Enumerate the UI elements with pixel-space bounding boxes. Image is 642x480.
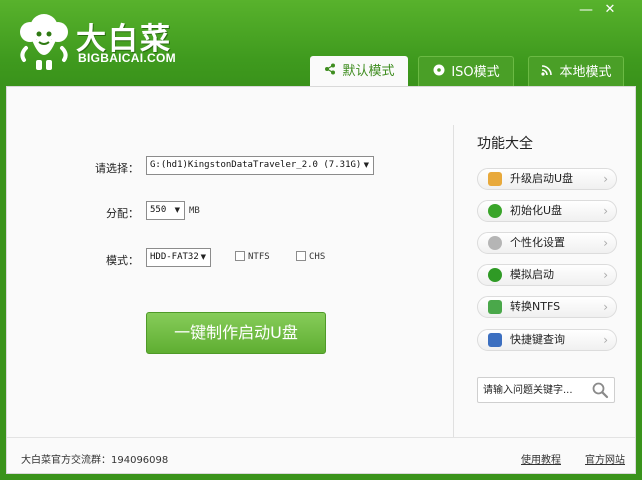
community-group-text: 大白菜官方交流群：194096098 [21, 455, 169, 466]
dropdown-arrow-icon: ▼ [174, 206, 180, 214]
mode-label: 模式： [106, 254, 139, 267]
drive-select-label: 请选择： [95, 162, 139, 175]
tab-iso-mode[interactable]: ISO模式 [418, 56, 514, 86]
share-icon [323, 56, 337, 86]
chevron-right-icon: › [603, 333, 608, 347]
init-icon [488, 204, 502, 218]
func-shortcut-query[interactable]: 快捷键查询 › [477, 329, 617, 351]
chs-checkbox-label: CHS [309, 252, 326, 262]
mode-select-value: HDD-FAT32 [150, 252, 199, 262]
dropdown-arrow-icon: ▼ [200, 253, 206, 261]
tab-local-mode[interactable]: 本地模式 [528, 56, 624, 86]
cabbage-mascot-icon [20, 14, 68, 70]
func-init-usb[interactable]: 初始化U盘 › [477, 200, 617, 222]
drive-select-value: G:(hd1)KingstonDataTraveler_2.0 (7.31G) [150, 160, 362, 170]
tutorial-link[interactable]: 使用教程 [521, 451, 561, 466]
partition-label: 分配： [106, 207, 139, 220]
chs-checkbox[interactable] [296, 251, 306, 261]
section-divider [453, 125, 454, 437]
func-simulate-boot[interactable]: 模拟启动 › [477, 264, 617, 286]
content-panel: 请选择： G:(hd1)KingstonDataTraveler_2.0 (7.… [6, 86, 636, 474]
minimize-button[interactable]: — [575, 0, 597, 20]
chevron-right-icon: › [603, 172, 608, 186]
rss-icon [540, 57, 554, 87]
chevron-right-icon: › [603, 300, 608, 314]
close-button[interactable]: ✕ [599, 0, 621, 20]
partition-unit: MB [189, 206, 200, 216]
upgrade-icon [488, 172, 502, 186]
drive-select[interactable]: G:(hd1)KingstonDataTraveler_2.0 (7.31G) … [146, 156, 374, 175]
partition-select[interactable]: 550 ▼ [146, 201, 185, 220]
simulate-icon [488, 268, 502, 282]
func-convert-ntfs[interactable]: 转换NTFS › [477, 296, 617, 318]
brand-subtitle: BIGBAICAI.COM [78, 51, 176, 65]
mode-select[interactable]: HDD-FAT32 ▼ [146, 248, 211, 267]
convert-icon [488, 300, 502, 314]
question-search [477, 377, 615, 403]
app-window: 大白菜 BIGBAICAI.COM — ✕ 默认模式 ISO模式 本地模式 请选… [0, 0, 642, 480]
chevron-right-icon: › [603, 236, 608, 250]
official-site-link[interactable]: 官方网站 [585, 451, 625, 466]
func-personalize[interactable]: 个性化设置 › [477, 232, 617, 254]
functions-title: 功能大全 [477, 136, 533, 152]
tab-default-mode-label: 默认模式 [342, 64, 395, 79]
ntfs-checkbox[interactable] [235, 251, 245, 261]
dropdown-arrow-icon: ▼ [363, 161, 369, 169]
tab-default-mode[interactable]: 默认模式 [310, 56, 408, 88]
partition-select-value: 550 [150, 205, 167, 215]
tab-iso-mode-label: ISO模式 [451, 65, 500, 80]
search-icon[interactable] [591, 381, 609, 399]
keyboard-book-icon [488, 333, 502, 347]
disc-icon [432, 57, 446, 87]
chevron-right-icon: › [603, 268, 608, 282]
tab-local-mode-label: 本地模式 [559, 65, 612, 80]
ntfs-checkbox-label: NTFS [248, 252, 270, 262]
footer-divider [7, 437, 635, 438]
question-search-input[interactable] [478, 378, 588, 402]
chevron-right-icon: › [603, 204, 608, 218]
make-bootable-usb-button[interactable]: 一键制作启动U盘 [146, 312, 326, 354]
func-upgrade-usb[interactable]: 升级启动U盘 › [477, 168, 617, 190]
brand-logo: 大白菜 BIGBAICAI.COM [14, 10, 189, 72]
settings-gear-icon [488, 236, 502, 250]
